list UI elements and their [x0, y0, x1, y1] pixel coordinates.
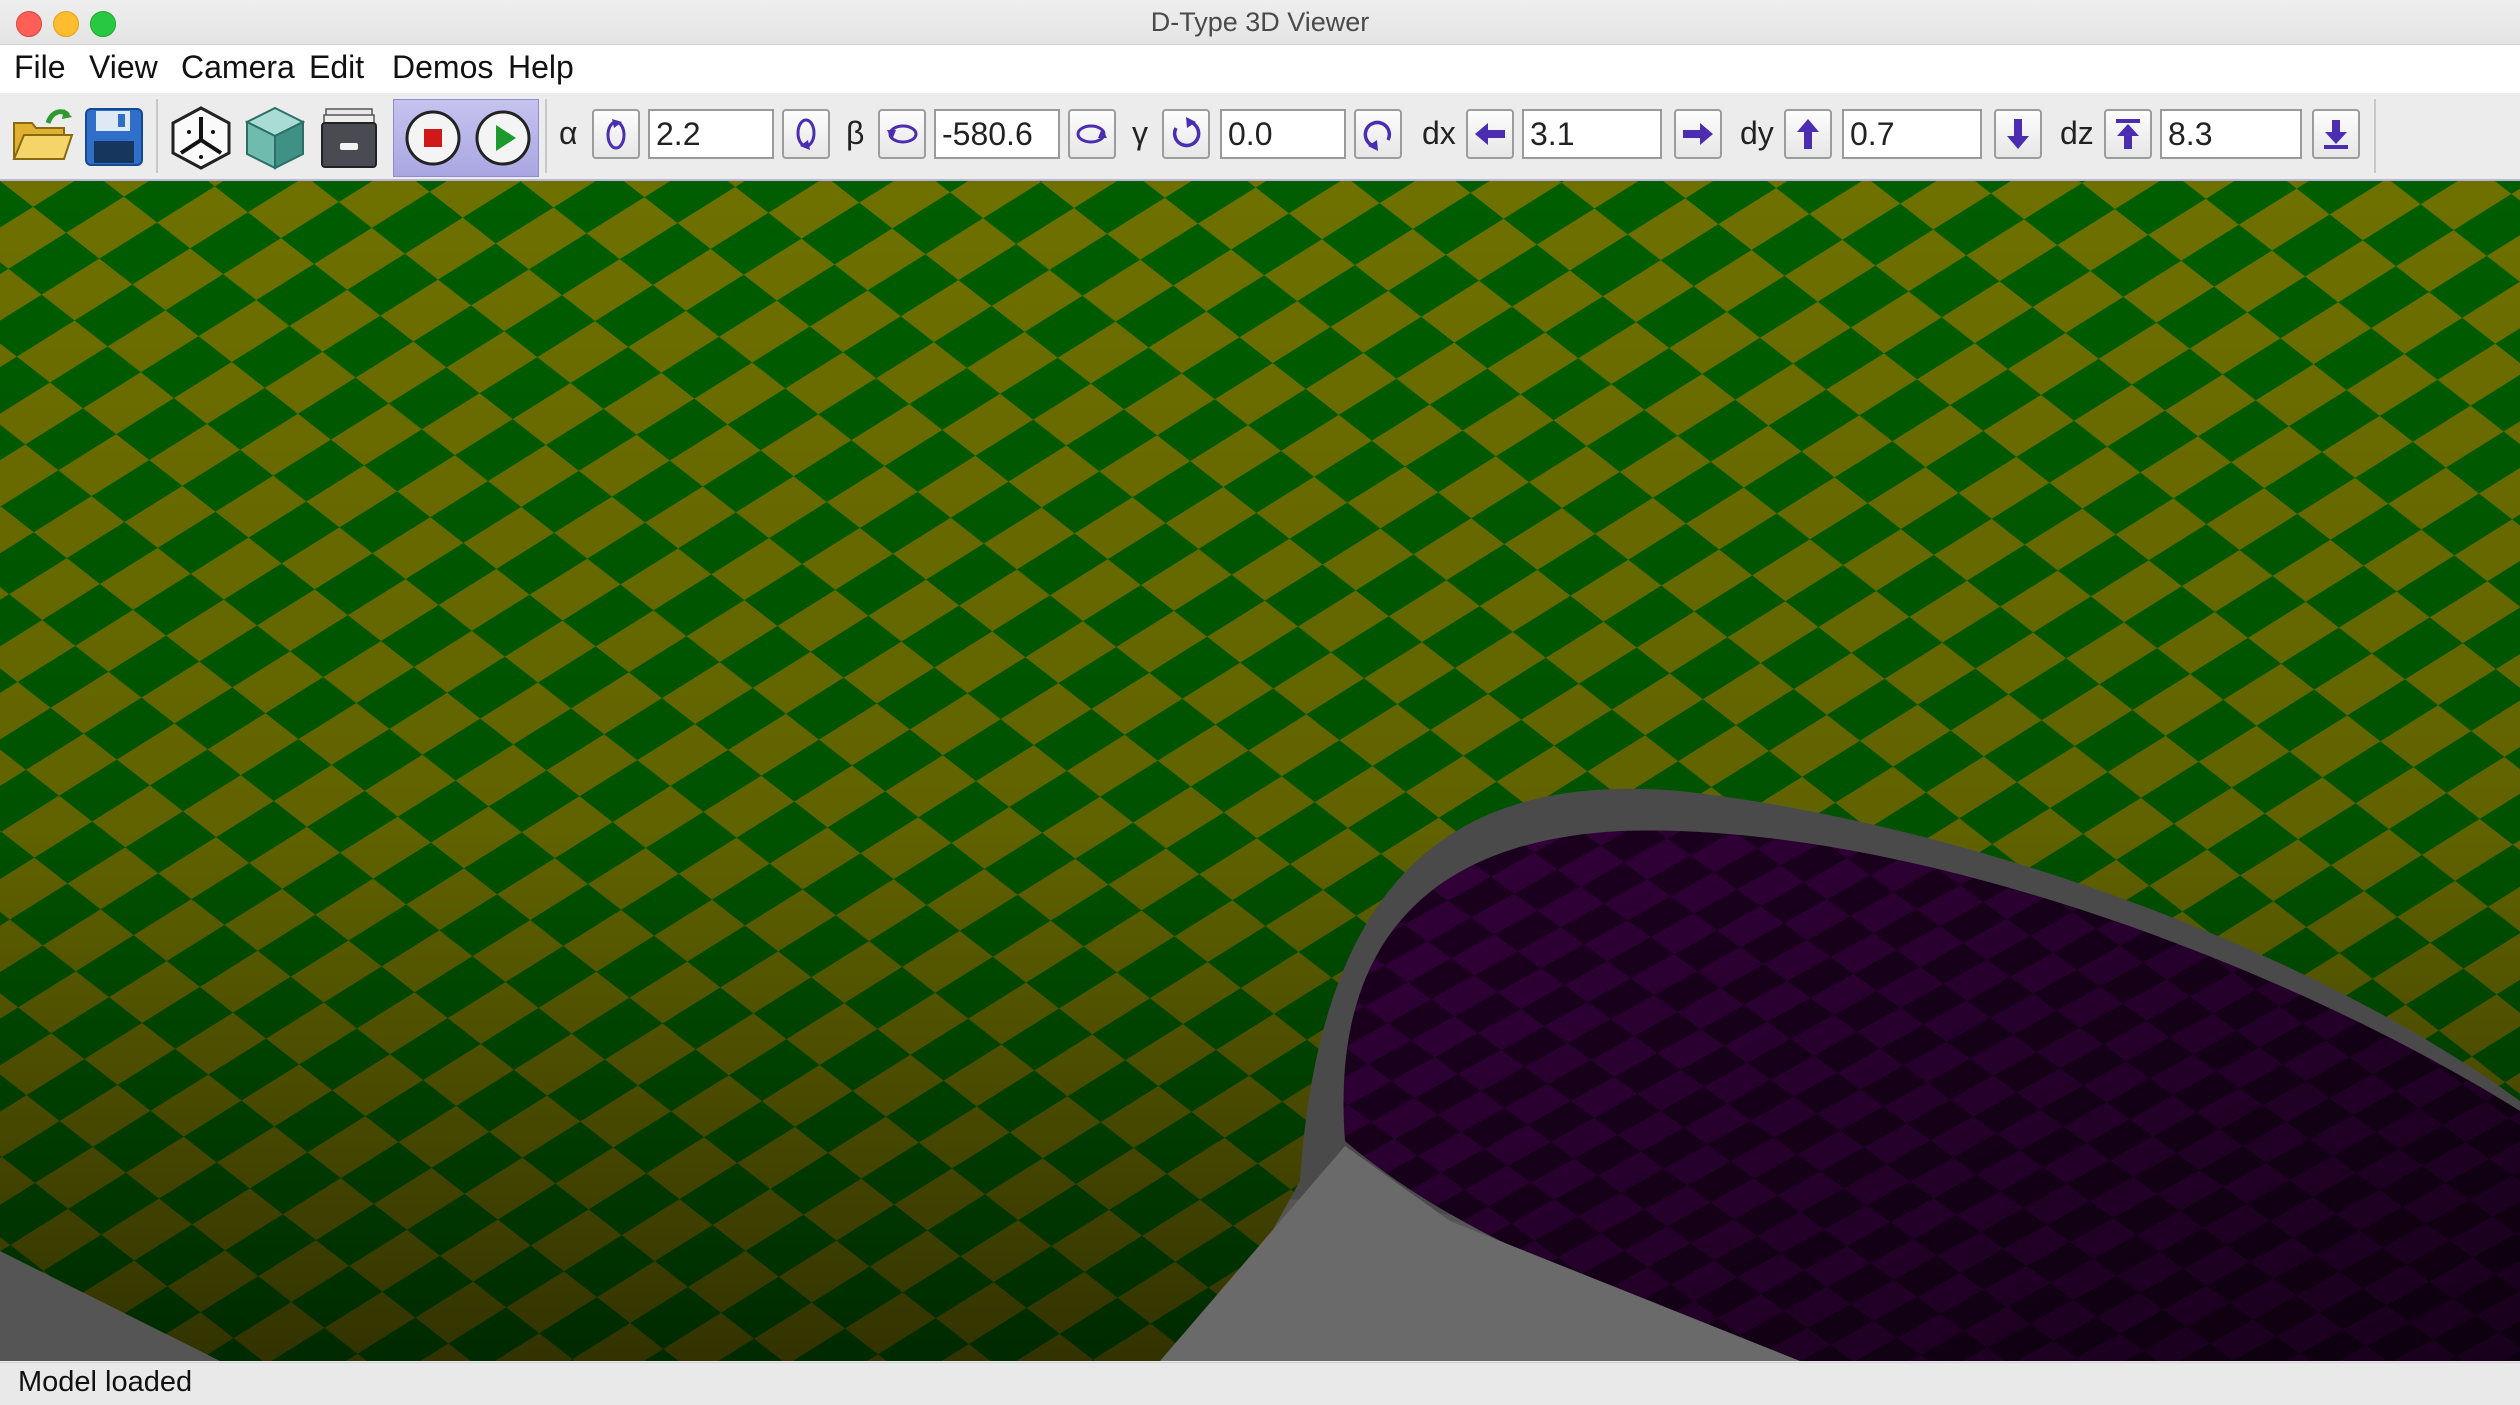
- dy-label: dy: [1740, 115, 1774, 151]
- 3d-viewport[interactable]: [0, 181, 2520, 1361]
- toolbar: α 2.2 β -580.6 γ 0.0 dx 3.1 dy 0.7 dz 8.…: [0, 93, 2520, 181]
- toolbar-separator: [545, 99, 547, 173]
- rotate-y-ccw-icon: [887, 124, 918, 144]
- axes-icon[interactable]: [168, 105, 234, 171]
- menu-view[interactable]: View: [89, 49, 158, 86]
- menu-camera[interactable]: Camera: [181, 49, 295, 86]
- status-text: Model loaded: [18, 1366, 193, 1398]
- status-bar: Model loaded: [0, 1362, 2520, 1405]
- rotate-z-ccw-icon: [1172, 117, 1201, 148]
- surface-render: [0, 181, 2520, 1361]
- dz-increase-button[interactable]: [2104, 109, 2152, 159]
- alpha-decrease-button[interactable]: [592, 109, 640, 159]
- toolbar-separator: [2374, 99, 2376, 173]
- dy-decrease-button[interactable]: [1994, 109, 2042, 159]
- beta-increase-button[interactable]: [1068, 109, 1116, 159]
- stop-icon[interactable]: [404, 109, 462, 167]
- rotate-z-cw-icon: [1363, 120, 1392, 151]
- alpha-input[interactable]: 2.2: [648, 109, 774, 159]
- beta-label: β: [846, 115, 865, 151]
- menu-file[interactable]: File: [14, 49, 66, 86]
- rotate-x-ccw-icon: [606, 119, 626, 150]
- window-title: D-Type 3D Viewer: [1150, 7, 1370, 37]
- menu-demos[interactable]: Demos: [392, 49, 493, 86]
- alpha-increase-button[interactable]: [782, 109, 830, 159]
- arrow-forward-icon: [2116, 119, 2140, 149]
- menu-bar: File View Camera Edit Demos Help: [0, 45, 2520, 93]
- title-bar: D-Type 3D Viewer: [0, 0, 2520, 45]
- dx-decrease-button[interactable]: [1466, 109, 1514, 159]
- arrow-down-icon: [2007, 119, 2029, 149]
- dy-input[interactable]: 0.7: [1842, 109, 1982, 159]
- alpha-label: α: [559, 115, 578, 151]
- cube-icon[interactable]: [242, 105, 308, 171]
- dx-input[interactable]: 3.1: [1522, 109, 1662, 159]
- beta-input[interactable]: -580.6: [934, 109, 1060, 159]
- rotate-y-cw-icon: [1076, 124, 1107, 144]
- gamma-input[interactable]: 0.0: [1220, 109, 1346, 159]
- arrow-left-icon: [1475, 123, 1505, 145]
- toolbar-separator: [156, 99, 158, 173]
- arrow-up-icon: [1797, 119, 1819, 149]
- gamma-increase-button[interactable]: [1354, 109, 1402, 159]
- dx-increase-button[interactable]: [1674, 109, 1722, 159]
- arrow-right-icon: [1683, 123, 1713, 145]
- menu-help[interactable]: Help: [508, 49, 574, 86]
- dz-input[interactable]: 8.3: [2160, 109, 2302, 159]
- beta-decrease-button[interactable]: [878, 109, 926, 159]
- gamma-decrease-button[interactable]: [1162, 109, 1210, 159]
- play-icon[interactable]: [474, 109, 532, 167]
- dz-decrease-button[interactable]: [2312, 109, 2360, 159]
- menu-edit[interactable]: Edit: [309, 49, 364, 86]
- arrow-backward-icon: [2324, 120, 2348, 149]
- dy-increase-button[interactable]: [1784, 109, 1832, 159]
- dz-label: dz: [2060, 115, 2094, 151]
- archive-icon[interactable]: [316, 105, 382, 171]
- gamma-label: γ: [1132, 115, 1148, 151]
- dx-label: dx: [1422, 115, 1456, 151]
- save-disk-icon[interactable]: [84, 107, 146, 167]
- open-folder-icon[interactable]: [10, 105, 74, 165]
- rotate-x-cw-icon: [796, 118, 816, 150]
